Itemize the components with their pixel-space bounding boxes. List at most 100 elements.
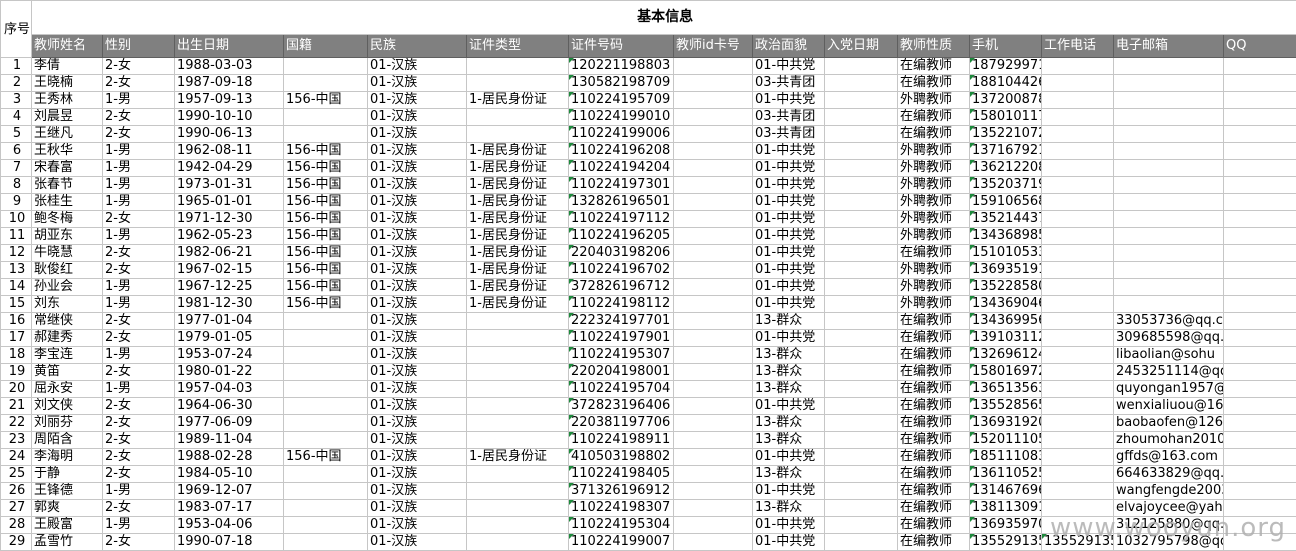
table-cell[interactable]: 王殿富 [31,516,103,534]
table-cell[interactable]: 01-汉族 [367,227,467,245]
table-cell[interactable]: 2-女 [102,244,175,262]
table-cell[interactable]: 1-男 [102,380,175,398]
table-cell[interactable] [1222,380,1296,398]
row-number[interactable]: 5 [0,125,32,143]
table-cell[interactable]: 130582198709 [568,74,674,92]
column-header[interactable]: 国籍 [283,34,368,58]
table-cell[interactable]: 刘文侠 [31,397,103,415]
table-cell[interactable]: 1-居民身份证 [466,159,569,177]
table-cell[interactable]: 2-女 [102,431,175,449]
table-cell[interactable]: 01-中共党 [752,244,825,262]
table-cell[interactable] [673,108,753,126]
table-cell[interactable]: 131467696 [969,482,1042,500]
table-cell[interactable]: 在编教师 [897,380,970,398]
table-cell[interactable]: 371326196912 [568,482,674,500]
table-cell[interactable] [824,448,898,466]
table-cell[interactable] [1113,227,1224,245]
table-cell[interactable] [1041,312,1114,330]
table-cell[interactable]: 110224199007 [568,533,674,551]
table-cell[interactable]: 152011105 [969,431,1042,449]
table-cell[interactable]: 1957-04-03 [174,380,284,398]
table-cell[interactable]: 王晓楠 [31,74,103,92]
table-cell[interactable] [283,431,368,449]
table-cell[interactable]: 01-汉族 [367,193,467,211]
table-cell[interactable] [824,380,898,398]
table-cell[interactable] [1222,244,1296,262]
table-cell[interactable]: 1964-06-30 [174,397,284,415]
table-cell[interactable]: 郭爽 [31,499,103,517]
table-cell[interactable]: 136935191 [969,261,1042,279]
table-cell[interactable]: 139103112 [969,329,1042,347]
table-cell[interactable]: 13-群众 [752,431,825,449]
table-cell[interactable] [1041,448,1114,466]
table-cell[interactable]: 156-中国 [283,261,368,279]
table-cell[interactable] [1113,74,1224,92]
table-cell[interactable]: 1973-01-31 [174,176,284,194]
row-number[interactable]: 11 [0,227,32,245]
column-header[interactable]: 工作电话 [1041,34,1114,58]
table-cell[interactable]: 136513563 [969,380,1042,398]
table-cell[interactable]: 156-中国 [283,176,368,194]
table-cell[interactable]: 王秀林 [31,91,103,109]
table-cell[interactable] [1041,142,1114,160]
table-cell[interactable]: 110224195709 [568,91,674,109]
table-cell[interactable]: 110224196205 [568,227,674,245]
table-cell[interactable]: 01-中共党 [752,91,825,109]
table-cell[interactable]: 151010533 [969,244,1042,262]
table-cell[interactable]: 664633829@qq.c [1113,465,1224,483]
table-cell[interactable] [1113,261,1224,279]
table-cell[interactable] [1041,108,1114,126]
table-cell[interactable]: 胡亚东 [31,227,103,245]
table-cell[interactable]: 01-汉族 [367,414,467,432]
table-cell[interactable]: 120221198803 [568,57,674,75]
table-cell[interactable] [1041,176,1114,194]
table-cell[interactable]: 132696124 [969,346,1042,364]
table-cell[interactable]: 在编教师 [897,244,970,262]
table-cell[interactable] [824,193,898,211]
table-cell[interactable]: 156-中国 [283,193,368,211]
table-cell[interactable] [466,482,569,500]
row-number[interactable]: 24 [0,448,32,466]
table-cell[interactable]: 1-居民身份证 [466,227,569,245]
table-cell[interactable]: 1965-01-01 [174,193,284,211]
table-cell[interactable]: 1-居民身份证 [466,278,569,296]
table-cell[interactable] [1041,210,1114,228]
table-cell[interactable]: 01-中共党 [752,142,825,160]
row-number[interactable]: 17 [0,329,32,347]
row-number[interactable]: 20 [0,380,32,398]
table-cell[interactable]: 01-汉族 [367,261,467,279]
table-cell[interactable]: 外聘教师 [897,210,970,228]
table-cell[interactable]: 03-共青团 [752,125,825,143]
row-number[interactable]: 26 [0,482,32,500]
row-number[interactable]: 7 [0,159,32,177]
table-cell[interactable]: 136931920 [969,414,1042,432]
table-cell[interactable]: 1980-01-22 [174,363,284,381]
table-cell[interactable]: 110224195307 [568,346,674,364]
table-cell[interactable]: 01-汉族 [367,57,467,75]
table-cell[interactable]: 李宝连 [31,346,103,364]
table-cell[interactable] [673,244,753,262]
table-cell[interactable] [824,533,898,551]
table-cell[interactable]: 外聘教师 [897,295,970,313]
table-cell[interactable]: 1984-05-10 [174,465,284,483]
table-cell[interactable] [466,414,569,432]
table-cell[interactable]: 110224198911 [568,431,674,449]
table-cell[interactable] [1222,482,1296,500]
table-cell[interactable]: 1969-12-07 [174,482,284,500]
table-cell[interactable]: 1982-06-21 [174,244,284,262]
table-cell[interactable]: 220381197706 [568,414,674,432]
table-cell[interactable]: 158016972 [969,363,1042,381]
table-cell[interactable]: 1-居民身份证 [466,91,569,109]
table-cell[interactable] [673,57,753,75]
table-cell[interactable]: 2-女 [102,533,175,551]
table-cell[interactable]: 01-汉族 [367,142,467,160]
table-cell[interactable]: 1-男 [102,159,175,177]
table-cell[interactable]: 110224197112 [568,210,674,228]
table-cell[interactable] [1113,244,1224,262]
table-cell[interactable] [1222,448,1296,466]
table-cell[interactable] [283,346,368,364]
row-number[interactable]: 29 [0,533,32,551]
table-cell[interactable]: 1988-02-28 [174,448,284,466]
table-cell[interactable] [1222,57,1296,75]
table-cell[interactable] [1113,159,1224,177]
